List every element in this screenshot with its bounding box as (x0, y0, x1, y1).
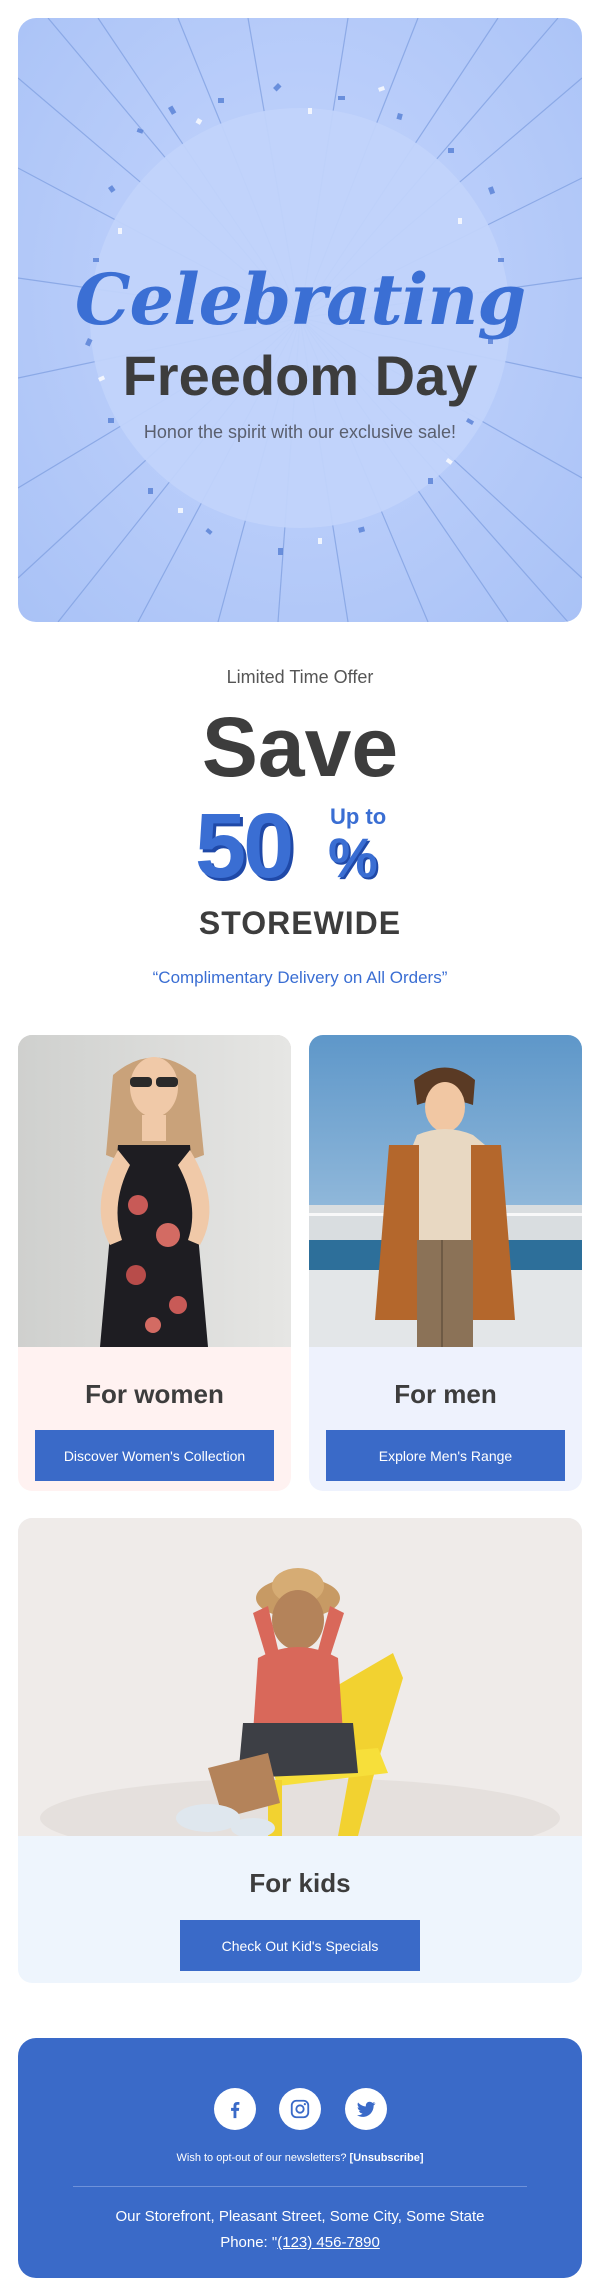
discount-percent-sign: % (328, 826, 378, 889)
discover-women-button[interactable]: Discover Women's Collection (35, 1430, 274, 1481)
category-label: For men (394, 1379, 497, 1409)
optout-line: Wish to opt-out of our newsletters? [Uns… (18, 2152, 582, 2164)
hero-script-title: Celebrating (74, 258, 526, 341)
explore-men-button[interactable]: Explore Men's Range (326, 1430, 565, 1481)
hero-banner: Celebrating Freedom Day Honor the spirit… (18, 18, 582, 622)
phone-prefix: Phone: " (220, 2234, 278, 2251)
category-label: For women (85, 1379, 224, 1409)
facebook-icon[interactable] (214, 2088, 256, 2130)
category-card-kids: For kids Check Out Kid's Specials (18, 1518, 582, 1983)
discount-number: 50 (195, 795, 294, 897)
phone-line: Phone: "(123) 456-7890 (18, 2234, 582, 2251)
optout-text: Wish to opt-out of our newsletters? (176, 2152, 347, 2164)
category-label: For kids (249, 1868, 351, 1898)
unsubscribe-link[interactable]: [Unsubscribe] (350, 2152, 424, 2164)
footer-divider (73, 2186, 527, 2187)
kids-specials-button[interactable]: Check Out Kid's Specials (180, 1920, 420, 1971)
men-photo (309, 1035, 582, 1347)
hero-subtitle: Honor the spirit with our exclusive sale… (143, 422, 457, 442)
phone-link[interactable]: (123) 456-7890 (277, 2234, 380, 2251)
women-photo (18, 1035, 291, 1347)
offer-storewide: STOREWIDE (198, 905, 402, 941)
kids-photo (18, 1518, 582, 1836)
offer-save-heading: Save (201, 700, 399, 794)
offer-delivery-note: “Complimentary Delivery on All Orders” (152, 968, 448, 987)
footer: Wish to opt-out of our newsletters? [Uns… (18, 2038, 582, 2278)
store-address: Our Storefront, Pleasant Street, Some Ci… (115, 2208, 485, 2225)
hero-title: Freedom Day (122, 344, 478, 407)
offer-discount: 50 Up to % (195, 800, 415, 895)
category-card-men: For men Explore Men's Range (309, 1035, 582, 1491)
instagram-icon[interactable] (279, 2088, 321, 2130)
twitter-icon[interactable] (345, 2088, 387, 2130)
category-card-women: For women Discover Women's Collection (18, 1035, 291, 1491)
offer-kicker: Limited Time Offer (226, 667, 374, 687)
